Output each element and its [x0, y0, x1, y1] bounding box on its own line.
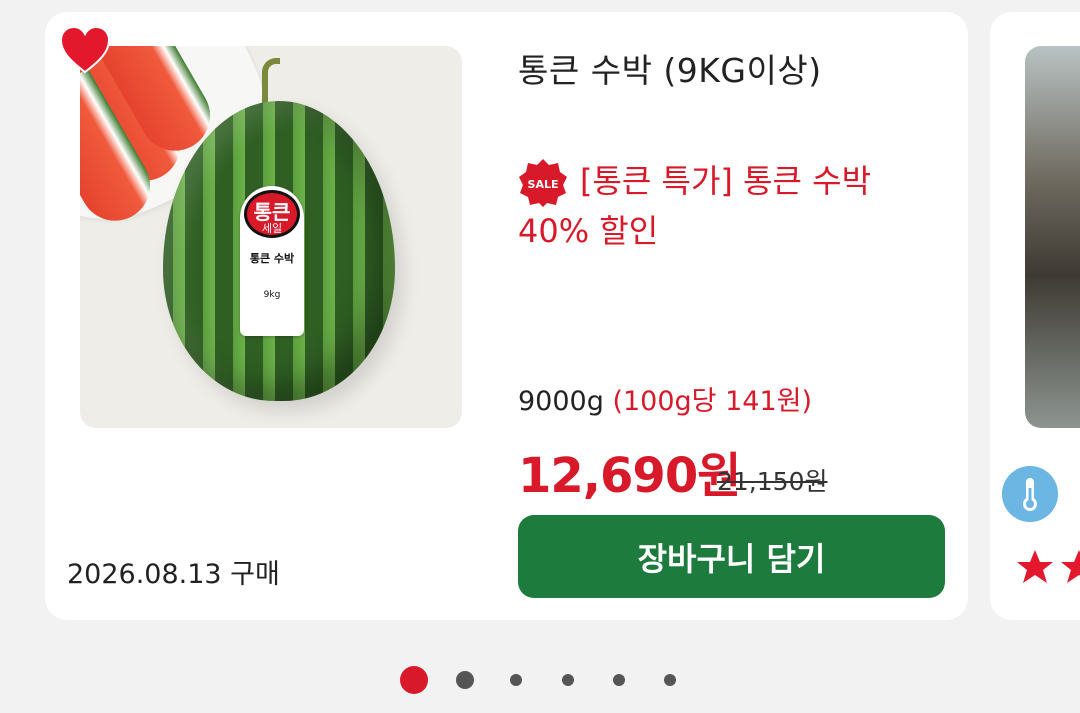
star-icon	[1017, 550, 1053, 583]
sale-badge-label: SALE	[528, 178, 559, 191]
promo: SALE [통큰 특가] 통큰 수박 40% 할인	[518, 156, 948, 256]
sale-badge-icon: SALE	[519, 159, 567, 207]
unit-info: 9000g (100g당 141원)	[518, 379, 812, 418]
star-icon	[1061, 550, 1080, 583]
unit-price: (100g당 141원)	[612, 386, 812, 417]
add-to-cart-button[interactable]: 장바구니 담기	[518, 515, 945, 598]
page-dot[interactable]	[510, 674, 522, 686]
sticker-weight: 9kg	[263, 290, 281, 300]
heart-icon[interactable]	[59, 26, 111, 74]
product-weight: 9000g	[518, 386, 604, 417]
product-title[interactable]: 통큰 수박 (9KG이상)	[518, 44, 822, 92]
page-dot[interactable]	[456, 671, 474, 689]
promo-text: [통큰 특가] 통큰 수박 40% 할인	[518, 162, 872, 250]
sticker-sub: 세일	[261, 222, 283, 235]
product-sticker: 통큰 세일 통큰 수박 9kg	[240, 186, 304, 336]
thermometer-icon	[1002, 466, 1058, 522]
original-price: 21,150원	[717, 467, 828, 496]
sale-price: 12,690원	[518, 448, 741, 504]
purchase-date: 2026.08.13 구매	[67, 559, 280, 590]
next-product-card[interactable]	[990, 12, 1080, 620]
product-image[interactable]: 통큰 세일 통큰 수박 9kg	[80, 46, 462, 428]
sticker-name: 통큰 수박	[249, 252, 295, 265]
page-dot[interactable]	[562, 674, 574, 686]
carousel: 통큰 세일 통큰 수박 9kg 2026.08.13 구매 통큰 수박 (9KG…	[0, 0, 1080, 713]
product-card[interactable]: 통큰 세일 통큰 수박 9kg 2026.08.13 구매 통큰 수박 (9KG…	[45, 12, 968, 620]
next-product-image[interactable]	[1025, 46, 1080, 428]
page-dot[interactable]	[664, 674, 676, 686]
page-dot[interactable]	[613, 674, 625, 686]
pagination-dots	[0, 664, 1080, 696]
page-dot-active[interactable]	[400, 666, 428, 694]
